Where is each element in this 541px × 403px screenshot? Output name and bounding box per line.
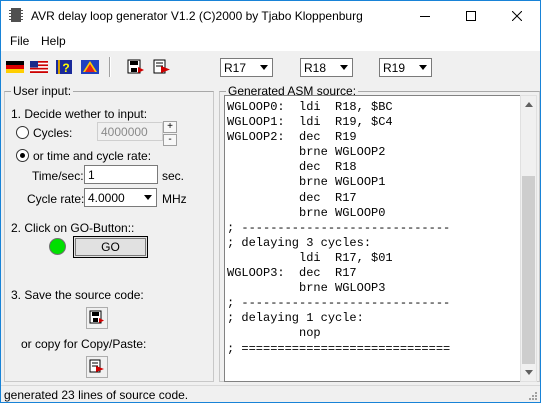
copy-source-panel-button[interactable] [86, 356, 108, 378]
save-source-button[interactable] [125, 56, 147, 78]
german-flag-icon [6, 61, 24, 73]
user-input-group-label: User input: [11, 84, 74, 98]
cycle-rate-label: Cycle rate: [27, 192, 85, 206]
time-value: 1 [88, 168, 95, 182]
resize-grip-icon[interactable] [526, 389, 538, 401]
cycle-rate-unit-label: MHz [162, 192, 187, 206]
menu-bar: File Help [1, 31, 540, 51]
title-bar: AVR delay loop generator V1.2 (C)2000 by… [1, 1, 540, 31]
asm-line: ; delaying 1 cycle: [227, 311, 364, 326]
cycles-increment-button[interactable]: + [163, 121, 177, 133]
asm-source-lines: WGLOOP0: ldi R18, $BC WGLOOP1: ldi R19, $… [227, 100, 450, 357]
save-disk-icon [89, 310, 104, 324]
cycles-input[interactable]: 4000000 [97, 122, 163, 141]
time-unit-label: sec. [162, 169, 185, 183]
step1-label: 1. Decide wether to input: [11, 107, 148, 121]
status-bar: generated 23 lines of source code. [1, 385, 540, 402]
chevron-down-icon[interactable] [415, 59, 431, 76]
time-label: Time/sec: [32, 169, 84, 183]
scroll-thumb[interactable] [522, 176, 535, 364]
asm-line: ldi R17, $01 [227, 250, 393, 265]
help-button[interactable]: ? [53, 56, 75, 78]
cycles-label: Cycles: [33, 126, 73, 140]
asm-line: dec R18 [227, 160, 357, 175]
copy-source-button[interactable] [151, 56, 173, 78]
cycles-decrement-button[interactable]: - [163, 134, 177, 146]
asm-line: WGLOOP1: ldi R19, $C4 [227, 115, 393, 130]
close-button[interactable] [494, 1, 540, 31]
asm-source-textarea[interactable]: WGLOOP0: ldi R18, $BC WGLOOP1: ldi R19, $… [224, 95, 524, 382]
svg-text:?: ? [62, 61, 69, 75]
hazard-button[interactable] [79, 56, 101, 78]
asm-line: WGLOOP0: ldi R18, $BC [227, 100, 393, 114]
german-language-button[interactable] [4, 56, 26, 78]
asm-line: ; ----------------------------- [227, 220, 451, 235]
time-rate-option-label: or time and cycle rate: [33, 149, 152, 163]
status-text: generated 23 lines of source code. [4, 388, 189, 402]
asm-line: WGLOOP3: dec R17 [227, 266, 357, 281]
asm-line: ; ============================= [227, 341, 451, 356]
scroll-up-icon[interactable] [521, 96, 536, 113]
step2-label: 2. Click on GO-Button:: [11, 221, 135, 235]
cycles-radio[interactable] [16, 126, 29, 139]
hazard-icon [81, 60, 99, 74]
register-select-3-value: R19 [383, 61, 406, 75]
toolbar: ? R17 R18 R19 [1, 51, 540, 83]
close-icon [512, 11, 522, 21]
chevron-down-icon[interactable] [140, 189, 156, 206]
asm-line: nop [227, 326, 321, 341]
minimize-button[interactable] [402, 1, 448, 31]
chevron-down-icon[interactable] [336, 59, 352, 76]
asm-line: brne WGLOOP1 [227, 175, 386, 190]
asm-line: brne WGLOOP0 [227, 205, 386, 220]
asm-line: WGLOOP2: dec R19 [227, 130, 357, 145]
asm-line: brne WGLOOP2 [227, 145, 386, 160]
window-title: AVR delay loop generator V1.2 (C)2000 by… [31, 9, 363, 23]
register-select-1[interactable]: R17 [220, 58, 273, 77]
cycle-rate-select[interactable]: 4.0000 [84, 188, 157, 207]
toolbar-separator [109, 57, 111, 77]
time-input[interactable]: 1 [84, 165, 158, 184]
register-select-2-value: R18 [304, 61, 327, 75]
english-language-button[interactable] [28, 56, 50, 78]
time-rate-radio[interactable] [16, 149, 29, 162]
save-source-panel-button[interactable] [86, 307, 108, 329]
copy-label: or copy for Copy/Paste: [21, 337, 147, 351]
help-book-icon: ? [56, 60, 72, 75]
status-led [49, 238, 66, 255]
app-window: AVR delay loop generator V1.2 (C)2000 by… [0, 0, 541, 403]
go-button[interactable]: GO [73, 236, 148, 258]
asm-scrollbar[interactable] [520, 95, 537, 382]
menu-help[interactable]: Help [41, 34, 66, 48]
register-select-2[interactable]: R18 [300, 58, 353, 77]
menu-file[interactable]: File [10, 34, 29, 48]
cycle-rate-value: 4.0000 [88, 191, 125, 205]
asm-line: ; delaying 3 cycles: [227, 235, 372, 250]
copy-arrow-icon [89, 359, 104, 373]
step3-label: 3. Save the source code: [11, 288, 144, 302]
scroll-down-icon[interactable] [521, 364, 536, 381]
save-disk-icon [127, 59, 144, 74]
register-select-1-value: R17 [224, 61, 247, 75]
chevron-down-icon[interactable] [256, 59, 272, 76]
cycles-value: 4000000 [101, 125, 148, 139]
asm-line: brne WGLOOP3 [227, 281, 386, 296]
asm-line: dec R17 [227, 190, 357, 205]
asm-line: ; ----------------------------- [227, 296, 451, 311]
us-flag-icon [30, 61, 48, 73]
copy-arrow-icon [153, 59, 170, 74]
app-icon [8, 7, 24, 23]
register-select-3[interactable]: R19 [379, 58, 432, 77]
maximize-button[interactable] [448, 1, 494, 31]
